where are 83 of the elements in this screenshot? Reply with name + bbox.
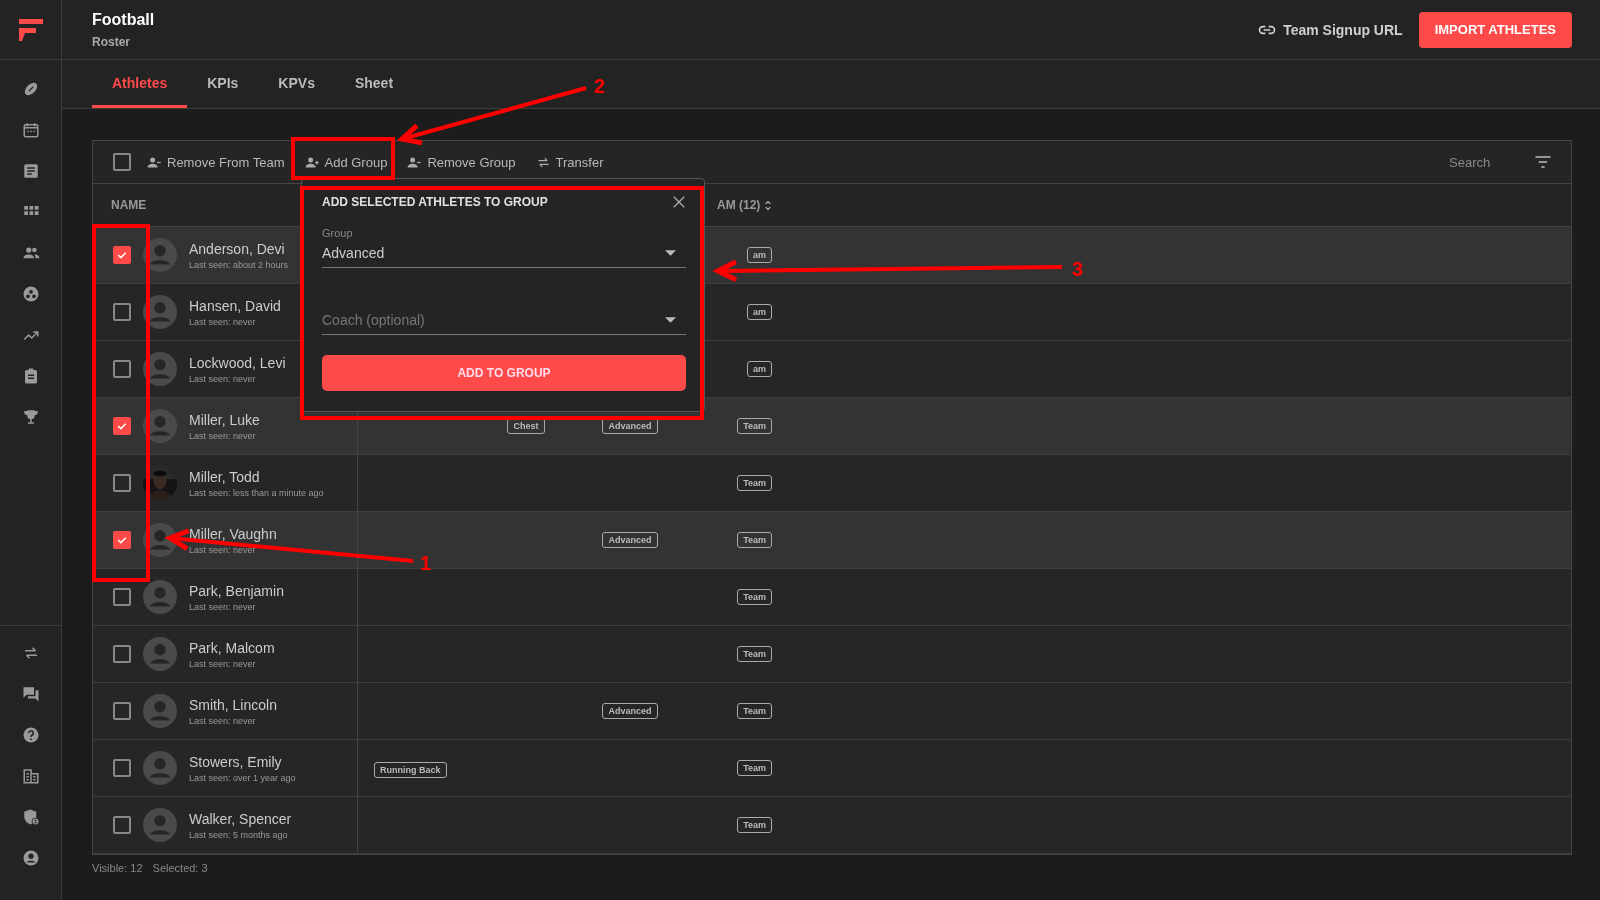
tab[interactable]: Sheet: [334, 60, 414, 108]
row-checkbox[interactable]: [113, 588, 131, 606]
athlete-name[interactable]: Miller, Vaughn: [189, 525, 277, 542]
selected-count: Selected: 3: [152, 862, 208, 874]
tag: Advanced: [602, 532, 658, 548]
athlete-name[interactable]: Stowers, Emily: [189, 753, 296, 770]
last-seen-text: Last seen: never: [189, 715, 257, 726]
tag: Team: [737, 589, 772, 605]
dialog-title: ADD SELECTED ATHLETES TO GROUP: [322, 195, 548, 209]
annotation-number: 1: [420, 552, 432, 574]
row-checkbox[interactable]: [113, 816, 131, 834]
sort-icon[interactable]: [764, 199, 773, 211]
coach-select[interactable]: Coach (optional): [322, 312, 686, 335]
tag: Team: [737, 532, 772, 548]
athlete-name[interactable]: Walker, Spencer: [189, 810, 292, 827]
ball-icon[interactable]: [21, 285, 40, 303]
annotation-number: 2: [594, 75, 606, 97]
last-seen-text: Last seen: never: [189, 601, 257, 612]
athlete-name[interactable]: Miller, Luke: [189, 411, 260, 428]
tag: am: [747, 304, 772, 320]
account-icon[interactable]: [21, 849, 40, 867]
tag: Team: [737, 475, 772, 491]
caret-icon[interactable]: [665, 317, 676, 323]
visible-count: Visible: 12: [92, 862, 143, 874]
row-checkbox[interactable]: [113, 474, 131, 492]
help-icon[interactable]: [21, 726, 40, 744]
last-seen-text: Last seen: never: [189, 316, 257, 327]
athlete-name[interactable]: Miller, Todd: [189, 468, 324, 485]
shield-user-icon[interactable]: [21, 808, 40, 826]
last-seen-text: Last seen: never: [189, 544, 257, 555]
last-seen-text: Last seen: 5 months ago: [189, 829, 289, 840]
search-field[interactable]: Search: [1447, 153, 1521, 171]
row-checkbox[interactable]: [113, 645, 131, 663]
logo-icon: [17, 16, 44, 43]
athlete-name[interactable]: Anderson, Devi: [189, 240, 289, 257]
tag: Team: [737, 760, 772, 776]
row-checkbox[interactable]: [113, 303, 131, 321]
tab[interactable]: KPIs: [187, 60, 259, 108]
page-subtitle: Roster: [92, 34, 131, 49]
tag: Advanced: [602, 418, 658, 434]
last-seen-text: Last seen: never: [189, 430, 257, 441]
last-seen-text: Last seen: over 1 year ago: [189, 772, 296, 783]
tag: Team: [737, 646, 772, 662]
tag: Chest: [507, 418, 545, 434]
chat-icon[interactable]: [21, 685, 40, 703]
last-seen-text: Last seen: less than a minute ago: [189, 487, 324, 498]
tag: am: [747, 361, 772, 377]
athlete-name[interactable]: Smith, Lincoln: [189, 696, 277, 713]
tag: Team: [737, 817, 772, 833]
tab[interactable]: Athletes: [92, 60, 188, 108]
last-seen-text: Last seen: never: [189, 658, 257, 669]
athlete-name[interactable]: Lockwood, Levi: [189, 354, 286, 371]
close-icon[interactable]: [672, 195, 686, 209]
toolbar-button[interactable]: Add Group: [300, 150, 392, 174]
tag: Running Back: [374, 762, 447, 778]
page-title: Football: [92, 10, 155, 29]
signup-link[interactable]: Team Signup URL: [1257, 19, 1403, 40]
last-seen-text: Last seen: never: [189, 373, 257, 384]
trophy-icon[interactable]: [21, 408, 40, 426]
select-all-checkbox[interactable]: [113, 153, 131, 171]
athlete-name[interactable]: Park, Malcom: [189, 639, 275, 656]
athlete-name[interactable]: Park, Benjamin: [189, 582, 284, 599]
row-checkbox[interactable]: [113, 759, 131, 777]
column-header[interactable]: NAME: [111, 198, 147, 212]
toolbar-button[interactable]: Remove From Team: [143, 150, 289, 174]
calendar-icon[interactable]: [21, 121, 40, 139]
toolbar-button[interactable]: Remove Group: [403, 150, 520, 174]
athlete-name[interactable]: Hansen, David: [189, 297, 281, 314]
tag: Team: [737, 703, 772, 719]
notes-icon[interactable]: [21, 162, 40, 180]
last-seen-text: Last seen: about 2 hours: [189, 259, 289, 270]
tag: Advanced: [602, 703, 658, 719]
tag: Team: [737, 418, 772, 434]
caret-icon[interactable]: [665, 250, 676, 256]
column-header[interactable]: AM (12): [717, 198, 761, 212]
group-select[interactable]: Group Advanced: [322, 227, 686, 268]
row-checkbox[interactable]: [113, 360, 131, 378]
annotation-number: 3: [1072, 258, 1084, 280]
tab[interactable]: KPVs: [258, 60, 335, 108]
building-icon[interactable]: [21, 767, 40, 785]
tag: am: [747, 247, 772, 263]
toolbar-button[interactable]: Transfer: [531, 150, 608, 174]
row-checkbox[interactable]: [113, 702, 131, 720]
